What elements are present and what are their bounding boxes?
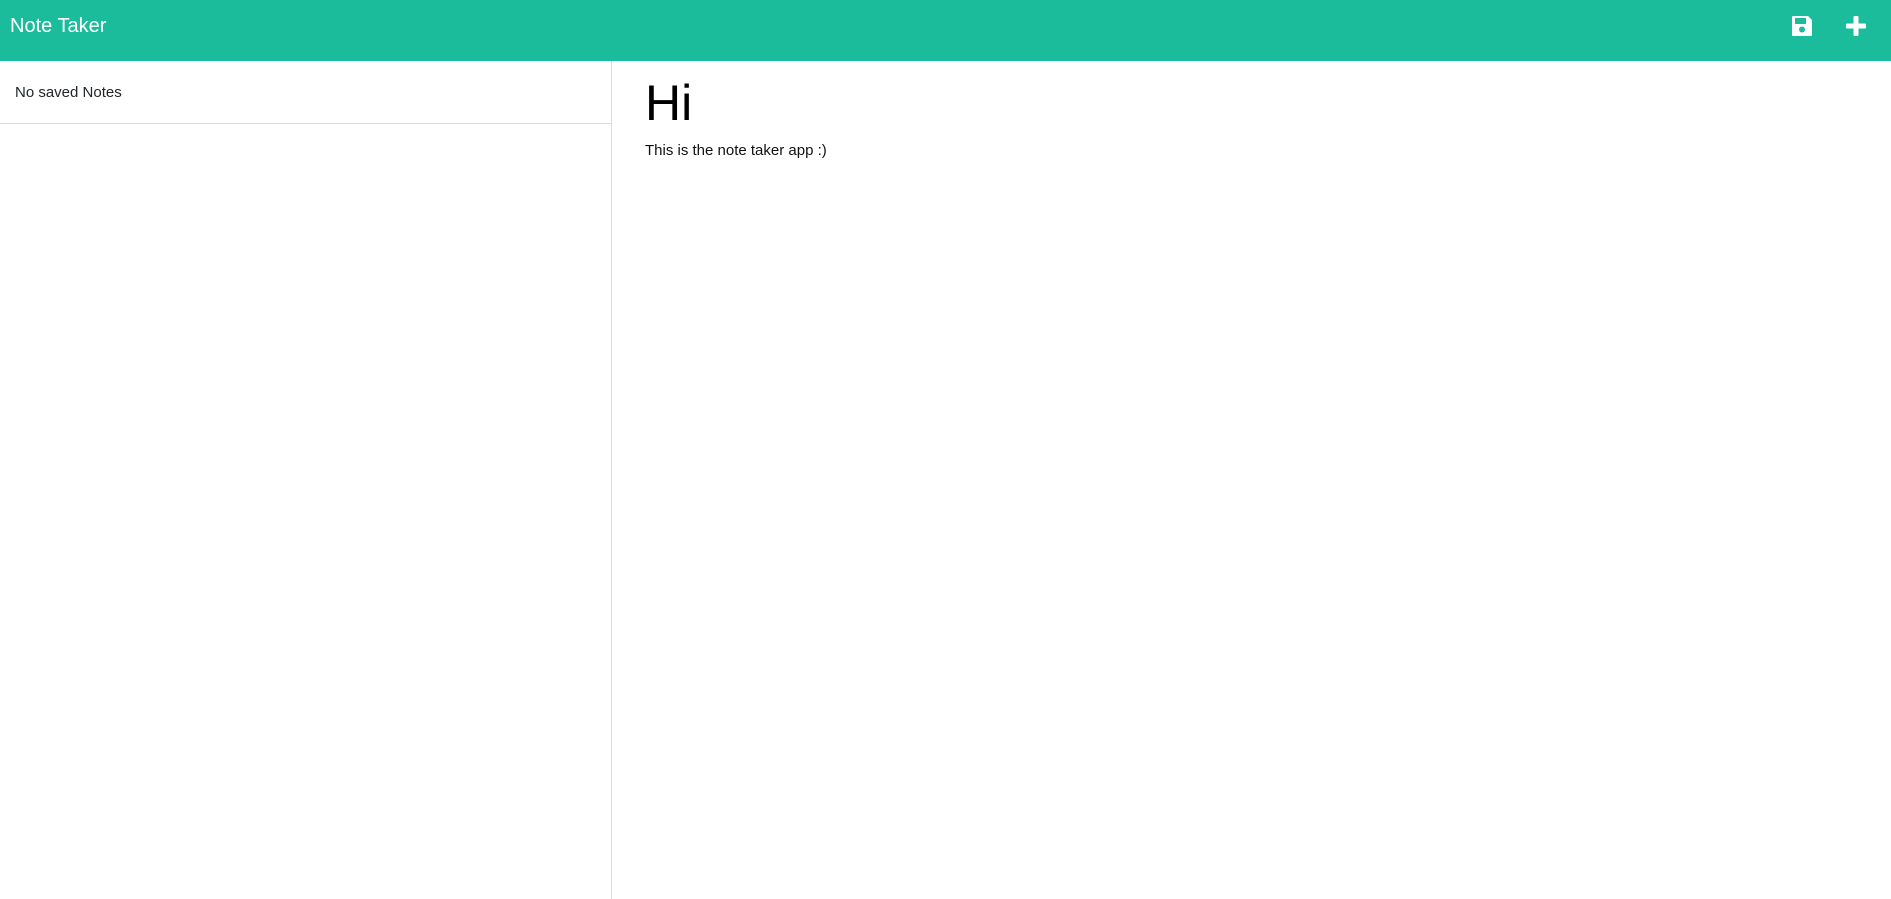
list-item: No saved Notes	[0, 61, 611, 124]
note-title-input[interactable]	[645, 75, 1845, 131]
notes-sidebar: No saved Notes	[0, 61, 612, 899]
empty-notes-text: No saved Notes	[15, 84, 122, 101]
note-editor: This is the note taker app :)	[613, 61, 1891, 899]
save-icon[interactable]	[1788, 12, 1816, 40]
app-title[interactable]: Note Taker	[10, 14, 106, 38]
plus-icon[interactable]	[1842, 12, 1870, 40]
note-body-textarea[interactable]: This is the note taker app :)	[645, 141, 1845, 341]
navbar: Note Taker	[0, 0, 1891, 61]
